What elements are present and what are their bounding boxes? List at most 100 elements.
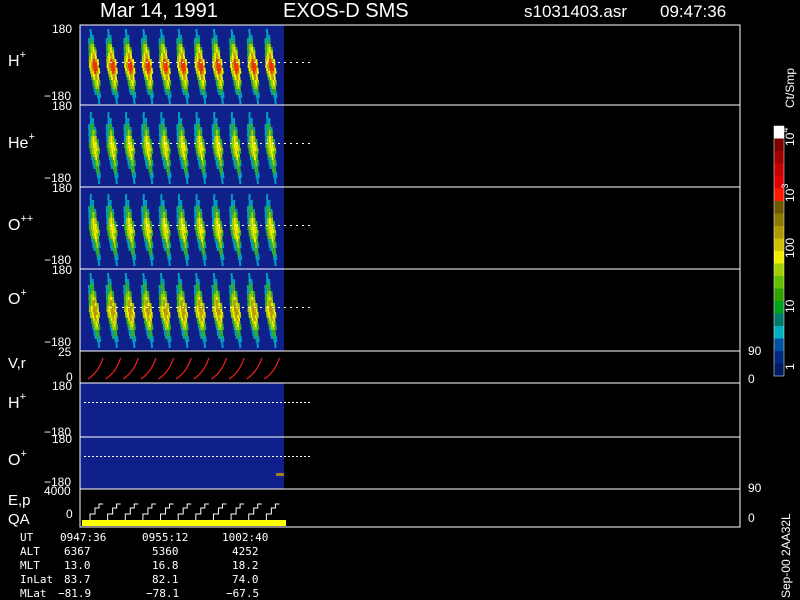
heatmap-cell: [88, 300, 91, 303]
heatmap-cell: [160, 200, 163, 203]
y-tick-top: 180: [52, 379, 72, 393]
heatmap-cell: [255, 254, 258, 257]
heatmap-cell: [88, 306, 91, 309]
heatmap-cell: [185, 157, 188, 160]
heatmap-cell: [253, 92, 256, 95]
heatmap-cell: [272, 251, 275, 254]
heatmap-cell: [142, 233, 145, 236]
heatmap-cell: [238, 312, 241, 315]
center-trace-dot: [260, 307, 262, 308]
heatmap-cell: [218, 227, 221, 230]
heatmap-cell: [143, 47, 146, 50]
heatmap-cell: [90, 65, 93, 68]
heatmap-cell: [256, 89, 259, 92]
heatmap-cell: [179, 74, 182, 77]
heatmap-cell: [177, 148, 180, 151]
heatmap-cell: [201, 71, 204, 74]
heatmap-cell: [237, 59, 240, 62]
heatmap-cell: [216, 77, 219, 80]
heatmap-cell: [246, 285, 249, 288]
center-trace-dot: [128, 225, 130, 226]
row-label-mlt: MLT: [20, 559, 40, 572]
heatmap-cell: [92, 53, 95, 56]
lower-o-trace-dot: [276, 456, 278, 457]
heatmap-cell: [109, 206, 112, 209]
heatmap-cell: [166, 230, 169, 233]
heatmap-cell: [162, 80, 165, 83]
heatmap-cell: [109, 151, 112, 154]
heatmap-cell: [182, 151, 185, 154]
heatmap-cell: [218, 218, 221, 221]
heatmap-cell: [186, 101, 189, 104]
heatmap-cell: [182, 215, 185, 218]
heatmap-cell: [145, 206, 148, 209]
heatmap-cell: [130, 74, 133, 77]
heatmap-cell: [132, 169, 135, 172]
heatmap-cell: [231, 47, 234, 50]
heatmap-cell: [110, 227, 113, 230]
lower-h-trace-dot: [292, 402, 294, 403]
heatmap-cell: [90, 124, 93, 127]
heatmap-cell: [168, 178, 171, 181]
heatmap-cell: [229, 285, 232, 288]
heatmap-cell: [237, 318, 240, 321]
center-trace-dot: [170, 307, 172, 308]
heatmap-cell: [134, 257, 137, 260]
heatmap-cell: [186, 233, 189, 236]
heatmap-cell: [255, 309, 258, 312]
heatmap-cell: [213, 124, 216, 127]
heatmap-cell: [113, 242, 116, 245]
heatmap-cell: [115, 151, 118, 154]
heatmap-cell: [267, 227, 270, 230]
heatmap-cell: [176, 209, 179, 212]
heatmap-cell: [271, 227, 274, 230]
heatmap-cell: [160, 279, 163, 282]
heatmap-cell: [180, 124, 183, 127]
heatmap-cell: [128, 56, 131, 59]
heatmap-cell: [200, 145, 203, 148]
heatmap-cell: [268, 80, 271, 83]
heatmap-cell: [95, 89, 98, 92]
side-note: Sep-00 2AA32L: [779, 513, 793, 598]
heatmap-cell: [194, 44, 197, 47]
center-trace-dot: [254, 62, 256, 63]
heatmap-cell: [218, 50, 221, 53]
heatmap-cell: [252, 324, 255, 327]
heatmap-cell: [93, 333, 96, 336]
heatmap-cell: [147, 318, 150, 321]
heatmap-cell: [90, 300, 93, 303]
lower-h-trace-dot: [296, 402, 298, 403]
heatmap-cell: [164, 215, 167, 218]
heatmap-cell: [270, 80, 273, 83]
heatmap-cell: [252, 148, 255, 151]
heatmap-cell: [180, 130, 183, 133]
heatmap-cell: [179, 279, 182, 282]
heatmap-cell: [200, 133, 203, 136]
heatmap-cell: [218, 145, 221, 148]
heatmap-cell: [160, 112, 163, 115]
heatmap-cell: [180, 233, 183, 236]
heatmap-cell: [162, 35, 165, 38]
heatmap-cell: [215, 288, 218, 291]
heatmap-cell: [92, 71, 95, 74]
heatmap-cell: [183, 248, 186, 251]
heatmap-cell: [200, 300, 203, 303]
heatmap-cell: [162, 315, 165, 318]
heatmap-cell: [218, 236, 221, 239]
heatmap-cell: [96, 242, 99, 245]
lower-h-trace-dot: [136, 402, 138, 403]
heatmap-cell: [150, 157, 153, 160]
heatmap-cell: [106, 136, 109, 139]
heatmap-cell: [184, 303, 187, 306]
center-trace-dot: [200, 225, 202, 226]
heatmap-cell: [149, 145, 152, 148]
heatmap-cell: [132, 157, 135, 160]
heatmap-cell: [265, 136, 268, 139]
heatmap-cell: [180, 127, 183, 130]
heatmap-cell: [199, 312, 202, 315]
heatmap-cell: [146, 315, 149, 318]
heatmap-cell: [184, 71, 187, 74]
heatmap-cell: [127, 68, 130, 71]
heatmap-cell: [199, 315, 202, 318]
heatmap-cell: [239, 80, 242, 83]
